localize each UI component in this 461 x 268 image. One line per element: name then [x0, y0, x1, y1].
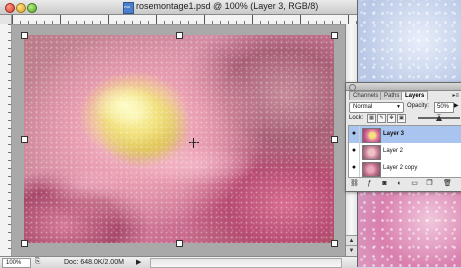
trash-icon[interactable]: 🗑: [443, 179, 452, 188]
layer-name: Layer 2 copy: [383, 165, 418, 171]
transform-handle-bottom-right[interactable]: [331, 240, 338, 247]
opacity-dropdown-icon[interactable]: ▶: [454, 102, 459, 109]
status-bar: 100% ⎘ Doc: 648.0K/2.00M ▶: [0, 256, 357, 268]
group-icon[interactable]: ▭: [410, 179, 419, 188]
transform-handle-top-left[interactable]: [21, 32, 28, 39]
opacity-slider[interactable]: [418, 113, 460, 123]
lock-label: Lock:: [349, 115, 364, 121]
canvas-area[interactable]: [12, 25, 345, 256]
palette-footer: ⛓ ƒ ◙ ◐ ▭ ❐ 🗑: [348, 179, 460, 189]
mask-icon[interactable]: ◙: [380, 179, 389, 188]
layers-list: ● Layer 3 ● Layer 2 ● Layer 2 copy: [348, 125, 461, 178]
blend-mode-value: Normal: [353, 104, 373, 110]
vertical-ruler[interactable]: [0, 24, 12, 256]
layer-name: Layer 2: [383, 148, 404, 154]
status-info-icon[interactable]: ⎘: [33, 258, 42, 266]
opacity-label: Opacity:: [407, 103, 430, 109]
transform-center-point[interactable]: [189, 138, 199, 148]
palette-tabs: Channels Paths Layers: [349, 90, 461, 100]
transform-handle-bottom[interactable]: [176, 240, 183, 247]
new-layer-icon[interactable]: ❐: [425, 179, 434, 188]
layer-row-layer-3[interactable]: ● Layer 3: [349, 126, 461, 144]
document-size-info: Doc: 648.0K/2.00M: [64, 259, 124, 266]
link-icon[interactable]: ⛓: [350, 179, 359, 188]
rose-thumb-icon: [362, 128, 381, 143]
layer-row-layer-2-copy[interactable]: ● Layer 2 copy: [349, 160, 461, 177]
tab-layers[interactable]: Layers: [401, 91, 429, 100]
close-window-button[interactable]: [5, 3, 15, 13]
zoom-window-button[interactable]: [27, 3, 37, 13]
status-menu-arrow-icon[interactable]: ▶: [136, 257, 141, 268]
transform-handle-top-right[interactable]: [331, 32, 338, 39]
blend-mode-select[interactable]: Normal ▼: [349, 102, 404, 113]
layer-name: Layer 3: [383, 131, 405, 137]
layer-row-layer-2[interactable]: ● Layer 2: [349, 143, 461, 161]
transform-handle-right[interactable]: [331, 136, 338, 143]
transparency-lock-icon[interactable]: ▦: [367, 114, 376, 123]
opacity-slider-thumb[interactable]: [436, 114, 442, 121]
fx-icon[interactable]: ƒ: [365, 179, 374, 188]
opacity-input[interactable]: 50%: [434, 102, 454, 113]
move-lock-icon[interactable]: ✥: [387, 114, 396, 123]
window-title: rosemontage1.psd @ 100% (Layer 3, RGB/8): [136, 1, 319, 11]
document-window: rosemontage1.psd @ 100% (Layer 3, RGB/8)…: [0, 0, 358, 268]
tab-paths[interactable]: Paths: [380, 91, 404, 100]
tab-channels[interactable]: Channels: [349, 91, 383, 100]
rose-image-canvas[interactable]: [24, 35, 334, 243]
transform-handle-left[interactable]: [21, 136, 28, 143]
eye-icon[interactable]: ●: [350, 164, 358, 172]
brush-lock-icon[interactable]: ✎: [377, 114, 386, 123]
rose-thumb-icon: [362, 162, 381, 177]
transform-handle-top[interactable]: [176, 32, 183, 39]
rose-thumb-icon: [362, 145, 381, 160]
chevron-down-icon: ▼: [396, 104, 401, 110]
adjustment-icon[interactable]: ◐: [395, 179, 404, 188]
layers-palette: Channels Paths Layers ▸≡ Normal ▼ Opacit…: [345, 82, 461, 192]
transform-handle-bottom-left[interactable]: [21, 240, 28, 247]
psd-file-icon: [123, 2, 134, 14]
palette-menu-icon[interactable]: ▸≡: [452, 92, 459, 99]
all-lock-icon[interactable]: ▣: [397, 114, 406, 123]
scroll-down-arrow[interactable]: ▼: [346, 245, 357, 256]
horizontal-ruler[interactable]: [12, 15, 357, 25]
eye-icon[interactable]: ●: [350, 147, 358, 155]
window-titlebar[interactable]: rosemontage1.psd @ 100% (Layer 3, RGB/8): [0, 0, 357, 15]
minimize-window-button[interactable]: [16, 3, 26, 13]
eye-icon[interactable]: ●: [350, 130, 358, 138]
